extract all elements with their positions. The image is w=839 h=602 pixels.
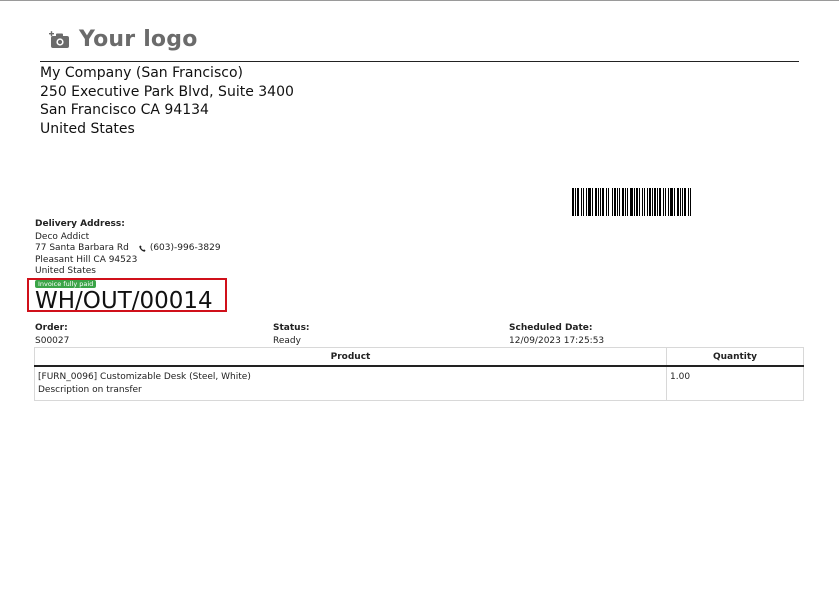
barcode	[572, 188, 691, 216]
barcode-bar	[647, 188, 648, 216]
barcode-bar	[665, 188, 666, 216]
logo-text: Your logo	[79, 27, 198, 52]
barcode-bar	[572, 188, 574, 216]
barcode-bar	[634, 188, 635, 216]
barcode-bar	[617, 188, 618, 216]
camera-plus-icon	[49, 30, 69, 48]
company-name: My Company (San Francisco)	[40, 65, 243, 81]
company-country: United States	[40, 120, 135, 137]
product-cell: [FURN_0096] Customizable Desk (Steel, Wh…	[34, 365, 667, 401]
status-info: Status: Ready	[273, 322, 310, 348]
barcode-bar	[644, 188, 645, 216]
barcode-bar	[627, 188, 628, 216]
phone-icon	[139, 245, 146, 252]
delivery-street: 77 Santa Barbara Rd	[35, 243, 129, 253]
delivery-name: Deco Addict	[35, 231, 90, 242]
barcode-bar	[652, 188, 653, 216]
barcode-bar	[636, 188, 638, 216]
barcode-bar	[581, 188, 582, 216]
delivery-phone-number: (603)-996-3829	[149, 243, 221, 253]
barcode-bar	[657, 188, 658, 216]
product-column-header: Product	[34, 347, 667, 367]
barcode-bar	[682, 188, 683, 216]
barcode-bar	[639, 188, 640, 216]
table-row: [FURN_0096] Customizable Desk (Steel, Wh…	[34, 365, 804, 401]
barcode-bar	[588, 188, 591, 216]
company-address: My Company (San Francisco) 250 Executive…	[40, 64, 294, 138]
barcode-bar	[659, 188, 661, 216]
barcode-bar	[674, 188, 675, 216]
barcode-bar	[684, 188, 686, 216]
barcode-bar	[586, 188, 587, 216]
delivery-country: United States	[35, 266, 96, 276]
quantity-column-header: Quantity	[666, 347, 804, 367]
delivery-address-block: Delivery Address: Deco Addict 77 Santa B…	[35, 219, 221, 278]
barcode-bar	[619, 188, 620, 216]
barcode-bar	[612, 188, 613, 216]
barcode-bar	[622, 188, 624, 216]
barcode-bar	[654, 188, 656, 216]
barcode-bar	[602, 188, 604, 216]
company-city: San Francisco CA 94134	[40, 102, 209, 118]
delivery-phone: (603)-996-3829	[139, 243, 221, 255]
status-label: Status:	[273, 323, 310, 333]
move-lines-table: Product Quantity [FURN_0096] Customizabl…	[34, 347, 804, 401]
company-logo: Your logo	[49, 27, 198, 52]
barcode-bar	[688, 188, 689, 216]
barcode-bar	[598, 188, 599, 216]
delivery-city: Pleasant Hill CA 94523	[35, 254, 138, 265]
barcode-bar	[600, 188, 601, 216]
barcode-bar	[690, 188, 691, 216]
barcode-bar	[642, 188, 643, 216]
barcode-bar	[625, 188, 626, 216]
product-name: [FURN_0096] Customizable Desk (Steel, Wh…	[38, 372, 251, 382]
top-border	[0, 0, 839, 1]
highlight-box	[27, 278, 227, 312]
barcode-bar	[575, 188, 576, 216]
barcode-bar	[670, 188, 673, 216]
product-description: Description on transfer	[38, 384, 142, 395]
barcode-bar	[649, 188, 651, 216]
barcode-bar	[668, 188, 669, 216]
table-header-row: Product Quantity	[34, 347, 804, 367]
scheduled-date-label: Scheduled Date:	[509, 323, 593, 333]
barcode-bar	[595, 188, 597, 216]
barcode-bar	[680, 188, 681, 216]
barcode-bar	[592, 188, 593, 216]
barcode-bar	[663, 188, 664, 216]
order-info: Order: S00027	[35, 322, 69, 348]
barcode-bar	[606, 188, 607, 216]
barcode-bar	[614, 188, 616, 216]
barcode-bar	[577, 188, 579, 216]
barcode-bar	[583, 188, 584, 216]
barcode-bar	[608, 188, 609, 216]
delivery-street-row: 77 Santa Barbara Rd (603)-996-3829	[35, 243, 221, 255]
barcode-bar	[677, 188, 679, 216]
header-divider	[40, 61, 799, 62]
order-label: Order:	[35, 323, 68, 333]
barcode-bar	[630, 188, 633, 216]
company-street: 250 Executive Park Blvd, Suite 3400	[40, 83, 294, 100]
scheduled-date-info: Scheduled Date: 12/09/2023 17:25:53	[509, 322, 604, 348]
quantity-cell: 1.00	[666, 365, 804, 401]
delivery-address-label: Delivery Address:	[35, 219, 125, 229]
